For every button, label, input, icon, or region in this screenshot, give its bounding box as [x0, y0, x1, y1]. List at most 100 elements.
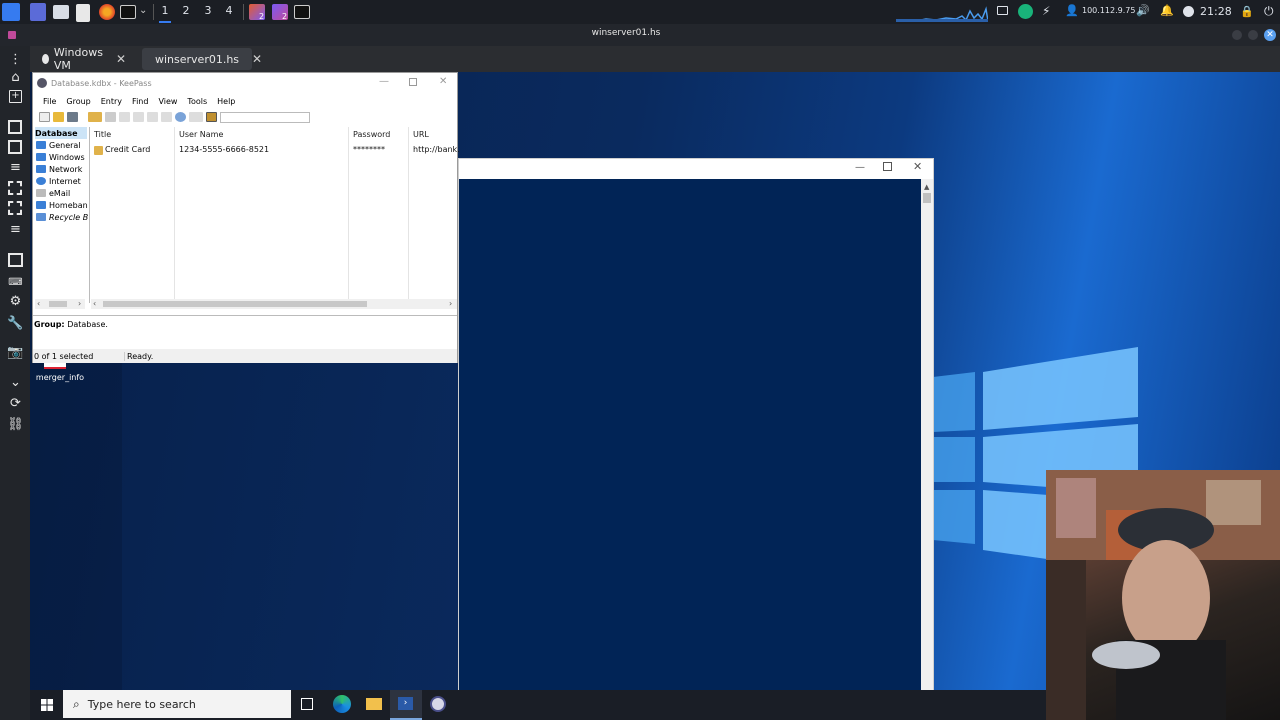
- close-button[interactable]: ✕: [439, 76, 447, 87]
- menu-file[interactable]: File: [38, 97, 61, 106]
- vertical-scrollbar[interactable]: ▲: [921, 179, 933, 691]
- list-icon[interactable]: ≡: [7, 222, 24, 238]
- home-icon[interactable]: ⌂: [7, 70, 24, 86]
- entry-password[interactable]: ********: [353, 145, 405, 154]
- feather-icon[interactable]: ⚡: [1042, 4, 1050, 18]
- file-explorer-icon[interactable]: [366, 698, 382, 710]
- tree-horizontal-scrollbar[interactable]: ‹ ›: [35, 299, 85, 309]
- scroll-up-icon[interactable]: ▲: [924, 183, 929, 191]
- settings-gear-icon[interactable]: ⚙: [7, 294, 24, 310]
- open-folder-icon[interactable]: [53, 112, 64, 122]
- terminal-icon[interactable]: [120, 5, 136, 19]
- menu-help[interactable]: Help: [212, 97, 240, 106]
- search-icon[interactable]: [175, 112, 186, 122]
- column-header-title[interactable]: Title: [94, 130, 111, 139]
- lock-workspace-icon[interactable]: [206, 112, 217, 122]
- tree-item-general[interactable]: General: [36, 139, 88, 151]
- menu-find[interactable]: Find: [127, 97, 153, 106]
- column-header-url[interactable]: URL: [413, 130, 429, 139]
- powershell-titlebar[interactable]: — ✕: [459, 159, 933, 179]
- camera-icon[interactable]: 📷: [7, 345, 24, 361]
- lock-icon[interactable]: 🔒: [1240, 5, 1254, 18]
- menu-tools[interactable]: Tools: [182, 97, 212, 106]
- fit-window-icon[interactable]: [8, 140, 22, 154]
- column-header-password[interactable]: Password: [353, 130, 390, 139]
- display-icon[interactable]: [997, 6, 1008, 15]
- file-manager-icon[interactable]: [53, 5, 69, 19]
- workspace-2[interactable]: 2: [177, 4, 195, 17]
- text-editor-icon[interactable]: [76, 4, 90, 22]
- close-tab-icon[interactable]: ✕: [116, 52, 126, 66]
- tree-item-internet[interactable]: Internet: [36, 175, 88, 187]
- refresh-icon[interactable]: ⟳: [7, 396, 24, 412]
- workspace-4[interactable]: 4: [220, 4, 238, 17]
- keepass-window[interactable]: Database.kdbx - KeePass — ✕ File Group E…: [32, 72, 459, 363]
- keepass-taskbar-icon[interactable]: [430, 696, 446, 712]
- list-horizontal-scrollbar[interactable]: ‹ ›: [91, 299, 457, 309]
- workspace-3[interactable]: 3: [199, 4, 217, 17]
- column-header-username[interactable]: User Name: [179, 130, 223, 139]
- minimize-button[interactable]: —: [379, 76, 389, 87]
- tree-item-homebanking[interactable]: Homeban: [36, 199, 88, 211]
- wrench-icon[interactable]: 🔧: [7, 316, 24, 332]
- menu-lines-icon[interactable]: ≡: [7, 160, 24, 176]
- edit-entry-icon[interactable]: [105, 112, 116, 122]
- close-button[interactable]: ✕: [913, 160, 922, 173]
- scroll-right-icon[interactable]: ›: [449, 299, 452, 308]
- tab-windows-vm[interactable]: Windows VM ✕: [34, 46, 134, 72]
- task-view-icon[interactable]: [301, 698, 313, 710]
- tree-item-database[interactable]: Database: [35, 127, 87, 139]
- scroll-thumb[interactable]: [49, 301, 67, 307]
- powershell-window[interactable]: — ✕ ▲: [458, 158, 934, 691]
- tree-item-network[interactable]: Network: [36, 163, 88, 175]
- add-entry-key-icon[interactable]: [88, 112, 102, 122]
- minimize-button[interactable]: —: [855, 162, 865, 173]
- entry-url[interactable]: http://bank.c: [413, 145, 459, 154]
- tree-item-email[interactable]: eMail: [36, 187, 88, 199]
- maximize-button[interactable]: [409, 78, 417, 86]
- scroll-thumb[interactable]: [103, 301, 367, 307]
- new-database-icon[interactable]: [39, 112, 50, 122]
- entry-title[interactable]: Credit Card: [105, 145, 173, 154]
- windows-start-icon[interactable]: [41, 699, 53, 711]
- workspace-1[interactable]: 1: [156, 4, 174, 17]
- maximize-button[interactable]: [883, 162, 892, 171]
- kali-menu-icon[interactable]: [2, 3, 20, 21]
- menu-group[interactable]: Group: [61, 97, 95, 106]
- show-desktop-icon[interactable]: [30, 3, 46, 21]
- powershell-taskbar-button[interactable]: ›: [390, 690, 422, 720]
- minimize-button[interactable]: [1232, 30, 1242, 40]
- console-area[interactable]: [459, 179, 922, 691]
- notification-bell-icon[interactable]: 🔔: [1160, 4, 1174, 17]
- firefox-icon[interactable]: [99, 4, 115, 20]
- fullscreen-icon[interactable]: [8, 120, 22, 134]
- close-button[interactable]: ✕: [1264, 29, 1276, 41]
- tab-winserver01[interactable]: winserver01.hs ✕: [142, 48, 262, 70]
- power-icon[interactable]: ⏻: [1264, 4, 1274, 19]
- scroll-right-icon[interactable]: ›: [78, 299, 81, 308]
- kebab-menu-icon[interactable]: ⋮: [7, 52, 24, 68]
- desktop-icon-label[interactable]: merger_info: [30, 373, 90, 382]
- terminal-window-icon[interactable]: [294, 5, 310, 19]
- taskbar-search[interactable]: ⌕ Type here to search: [63, 690, 291, 718]
- chevron-down-icon[interactable]: ⌄: [139, 5, 147, 16]
- link-icon[interactable]: ⛓: [7, 417, 24, 433]
- autotype-icon[interactable]: [161, 112, 172, 122]
- menu-view[interactable]: View: [153, 97, 182, 106]
- save-icon[interactable]: [67, 112, 78, 122]
- keepass-titlebar[interactable]: Database.kdbx - KeePass — ✕: [33, 73, 457, 93]
- scale-icon[interactable]: [8, 181, 22, 195]
- tree-item-windows[interactable]: Windows: [36, 151, 88, 163]
- window-icon[interactable]: [8, 253, 23, 267]
- clock[interactable]: 21:28: [1200, 5, 1232, 18]
- scroll-left-icon[interactable]: ‹: [93, 299, 96, 308]
- new-tab-icon[interactable]: +: [9, 90, 22, 103]
- keyboard-icon[interactable]: ⌨: [7, 275, 24, 291]
- quick-search-input[interactable]: [220, 111, 310, 123]
- edge-icon[interactable]: [333, 695, 351, 713]
- open-url-icon[interactable]: [147, 112, 158, 122]
- copy-password-icon[interactable]: [133, 112, 144, 122]
- entry-username[interactable]: 1234-5555-6666-8521: [179, 145, 344, 154]
- menu-entry[interactable]: Entry: [96, 97, 127, 106]
- copy-username-icon[interactable]: [119, 112, 130, 122]
